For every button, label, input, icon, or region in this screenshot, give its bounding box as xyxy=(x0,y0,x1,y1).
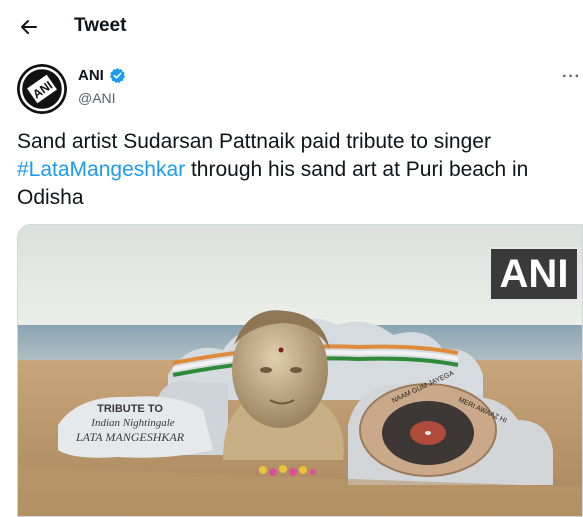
sculpture-text-line3: LATA MANGESHKAR xyxy=(75,430,185,444)
tweet-media[interactable]: TRIBUTE TO Indian Nightingale LATA MANGE… xyxy=(17,224,583,517)
sculpture-text-line2: Indian Nightingale xyxy=(90,417,175,429)
ani-logo-icon: ANI xyxy=(17,64,67,114)
page-title: Tweet xyxy=(74,15,127,36)
back-button[interactable] xyxy=(14,12,44,42)
tweet-text: Sand artist Sudarsan Pattnaik paid tribu… xyxy=(17,128,577,212)
sculpture-text-line1: TRIBUTE TO xyxy=(97,403,163,415)
tweet-text-part: Sand artist Sudarsan Pattnaik paid tribu… xyxy=(17,130,491,153)
author-handle[interactable]: @ANI xyxy=(78,90,116,106)
more-options-button[interactable]: ··· xyxy=(562,68,581,86)
verified-badge-icon xyxy=(109,68,126,84)
watermark-logo: ANI xyxy=(489,247,579,301)
avatar[interactable]: ANI xyxy=(17,64,67,114)
tweet-header: Tweet xyxy=(0,0,583,52)
verified-badge xyxy=(109,67,126,84)
hashtag-link[interactable]: #LataMangeshkar xyxy=(17,158,185,181)
arrow-left-icon xyxy=(21,20,37,34)
author-name[interactable]: ANI xyxy=(78,67,104,84)
